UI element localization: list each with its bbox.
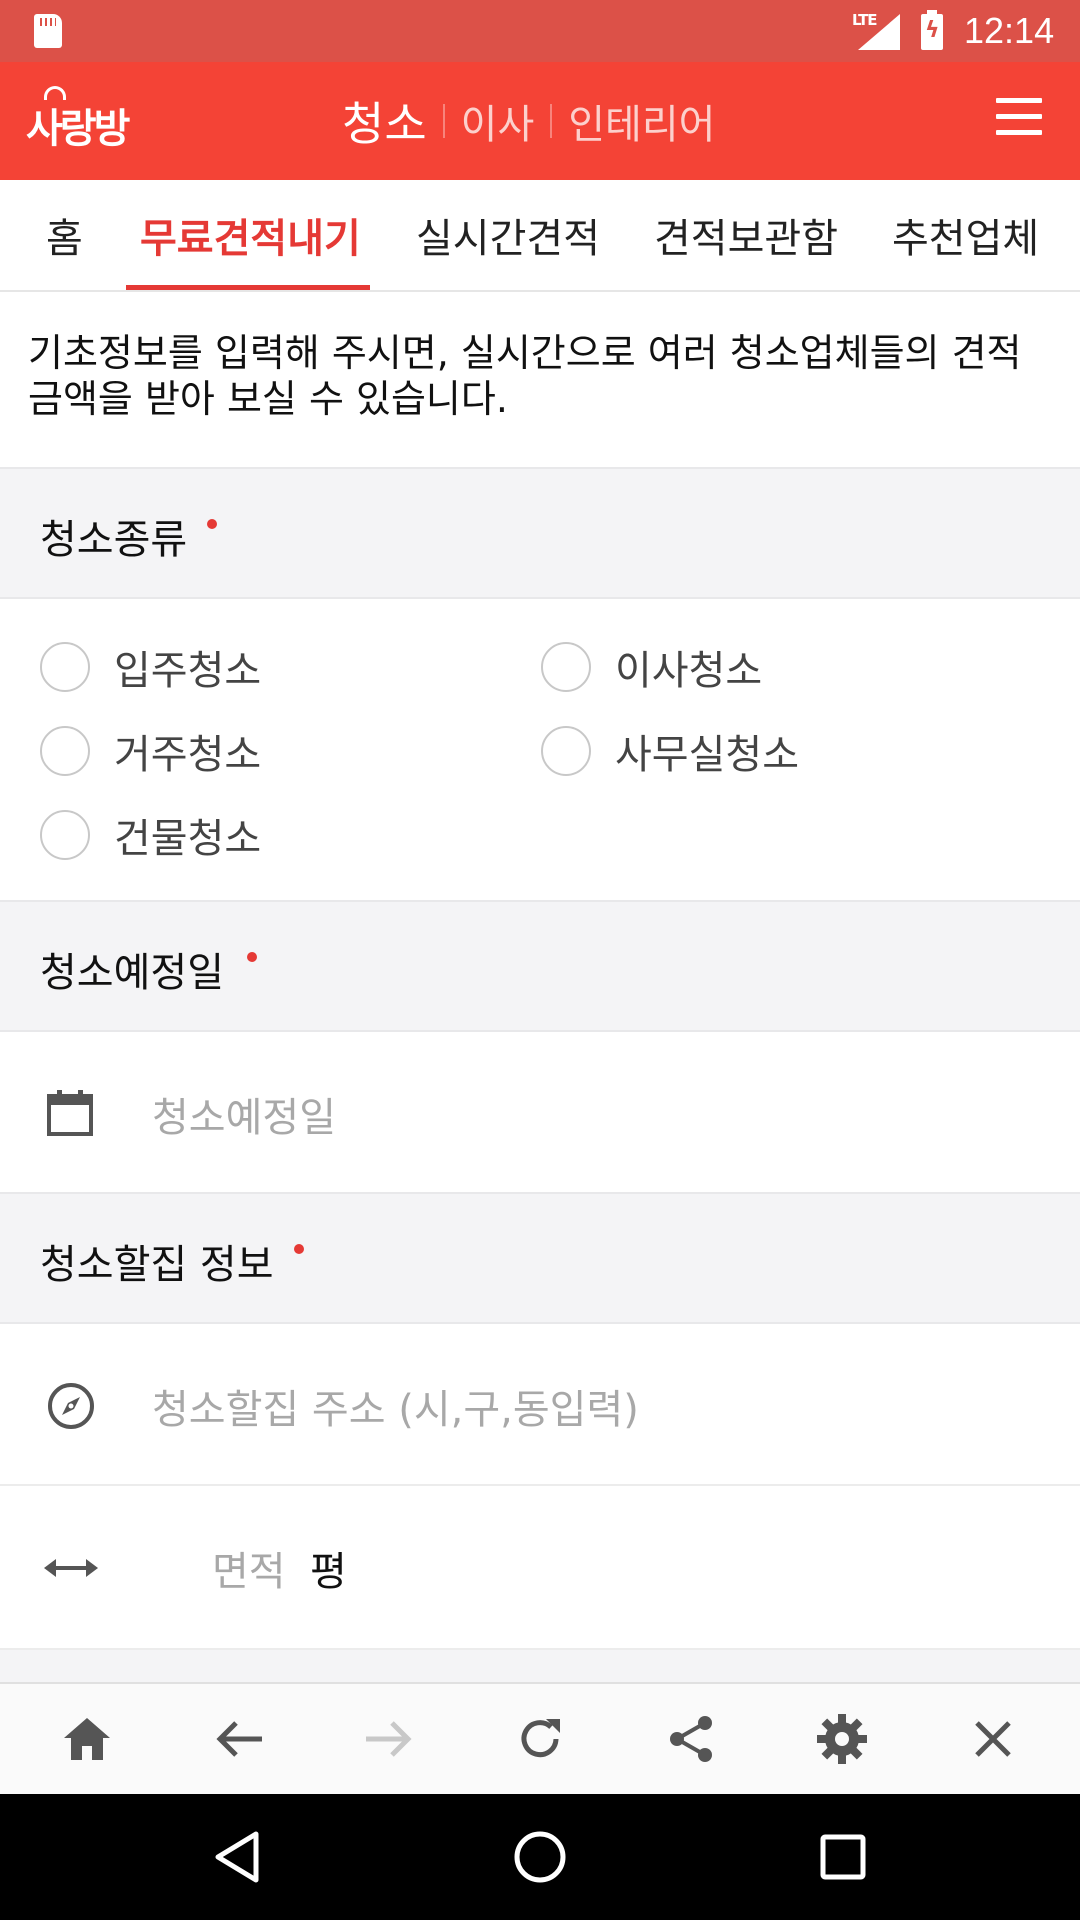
- address-field[interactable]: 청소할집 주소 (시,구,동입력): [0, 1324, 1080, 1486]
- category-cleaning[interactable]: 청소: [342, 88, 427, 154]
- area-unit: 평: [310, 1549, 347, 1595]
- category-interior[interactable]: 인테리어: [568, 92, 715, 150]
- tab-recommended[interactable]: 추천업체: [892, 206, 1039, 264]
- calendar-icon: [47, 1090, 93, 1136]
- category-divider: [550, 104, 553, 138]
- tab-free-estimate[interactable]: 무료견적내기: [140, 206, 361, 264]
- signal-icon: [858, 14, 900, 50]
- radio-label: 사무실청소: [615, 732, 799, 778]
- tab-home[interactable]: 홈: [46, 206, 83, 264]
- radio-building[interactable]: 건물청소: [40, 806, 261, 864]
- required-dot: [207, 519, 217, 529]
- area-input[interactable]: 면적: [212, 1539, 286, 1597]
- forward-arrow-icon[interactable]: [354, 1704, 424, 1774]
- app-header: 사랑방 청소 이사 인테리어: [0, 62, 1080, 180]
- intro-line-2: 금액을 받아 보실 수 있습니다.: [28, 377, 508, 421]
- back-arrow-icon[interactable]: [204, 1704, 274, 1774]
- intro-line-1: 기초정보를 입력해 주시면, 실시간으로 여러 청소업체들의 견적: [28, 331, 1022, 375]
- clock: 12:14: [964, 10, 1055, 51]
- radio-label: 이사청소: [615, 648, 763, 694]
- radio-moving[interactable]: 이사청소: [541, 638, 762, 696]
- hamburger-menu-icon[interactable]: [996, 98, 1042, 138]
- radio-residential[interactable]: 거주청소: [40, 722, 261, 780]
- system-nav-bar: [0, 1794, 1080, 1920]
- recents-square-icon[interactable]: [806, 1820, 880, 1894]
- compass-icon: [48, 1383, 94, 1429]
- category-divider: [442, 104, 445, 138]
- radio-move-in[interactable]: 입주청소: [40, 638, 261, 696]
- section-divider: [0, 1650, 1080, 1682]
- active-tab-indicator: [126, 285, 370, 290]
- home-circle-icon[interactable]: [503, 1820, 577, 1894]
- back-triangle-icon[interactable]: [200, 1820, 274, 1894]
- section-title: 청소종류: [40, 517, 188, 563]
- category-moving[interactable]: 이사: [461, 92, 535, 150]
- schedule-date-field[interactable]: 청소예정일: [0, 1032, 1080, 1194]
- radio-office[interactable]: 사무실청소: [541, 722, 799, 780]
- logo[interactable]: 사랑방: [26, 96, 130, 154]
- radio-circle[interactable]: [541, 726, 591, 776]
- status-bar: LTE ϟ 12:14: [0, 0, 1080, 62]
- sd-card-icon: [34, 14, 62, 48]
- radio-label: 입주청소: [114, 648, 262, 694]
- category-nav: 청소 이사 인테리어: [342, 86, 715, 156]
- address-input[interactable]: 청소할집 주소 (시,구,동입력): [152, 1377, 639, 1435]
- tab-estimate-box[interactable]: 견적보관함: [654, 206, 838, 264]
- area-field[interactable]: 면적 평: [0, 1486, 1080, 1650]
- refresh-icon[interactable]: [505, 1704, 575, 1774]
- intro-text: 기초정보를 입력해 주시면, 실시간으로 여러 청소업체들의 견적 금액을 받아…: [28, 330, 1058, 422]
- settings-icon[interactable]: [807, 1704, 877, 1774]
- section-title: 청소할집 정보: [40, 1242, 274, 1288]
- required-dot: [247, 952, 257, 962]
- close-icon[interactable]: [958, 1704, 1028, 1774]
- section-house-info: 청소할집 정보: [0, 1192, 1080, 1324]
- section-clean-type: 청소종류: [0, 467, 1080, 599]
- schedule-date-input[interactable]: 청소예정일: [152, 1085, 336, 1143]
- radio-label: 건물청소: [114, 816, 262, 862]
- radio-circle[interactable]: [541, 642, 591, 692]
- tab-bar: 홈 무료견적내기 실시간견적 견적보관함 추천업체: [0, 180, 1080, 292]
- tab-realtime-estimate[interactable]: 실시간견적: [416, 206, 600, 264]
- radio-label: 거주청소: [114, 732, 262, 778]
- radio-circle[interactable]: [40, 810, 90, 860]
- share-icon[interactable]: [656, 1704, 726, 1774]
- radio-circle[interactable]: [40, 726, 90, 776]
- horizontal-arrows-icon: [44, 1559, 98, 1577]
- required-dot: [294, 1244, 304, 1254]
- home-icon[interactable]: [52, 1704, 122, 1774]
- section-schedule: 청소예정일: [0, 900, 1080, 1032]
- radio-circle[interactable]: [40, 642, 90, 692]
- browser-toolbar: [0, 1682, 1080, 1794]
- battery-charging-icon: ϟ: [921, 10, 943, 50]
- section-title: 청소예정일: [40, 950, 224, 996]
